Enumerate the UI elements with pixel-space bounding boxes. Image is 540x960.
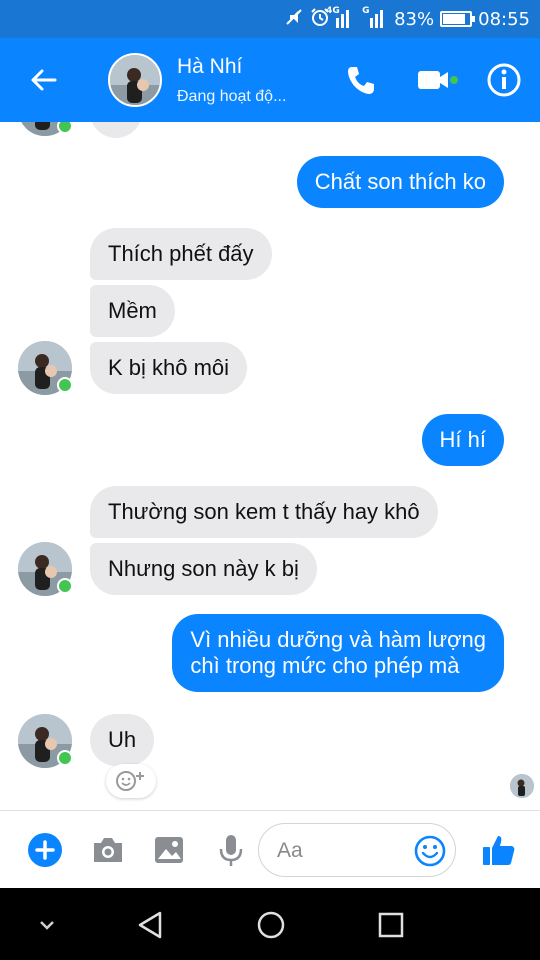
back-button[interactable] [26,62,62,98]
battery-percent: 83% [394,8,435,30]
network-type-label: 4G [326,6,340,16]
message-input[interactable] [277,836,407,866]
contact-avatar-small [18,714,73,768]
composer-bar [0,810,540,888]
voice-call-button[interactable] [342,62,378,98]
clock: 08:55 [478,8,530,30]
mute-icon [284,7,304,32]
message-bubble-incoming[interactable]: Thích phết đấy [90,228,272,280]
send-like-button[interactable] [480,831,518,869]
circle-home-icon [257,911,285,939]
system-home-button[interactable] [254,908,288,942]
online-indicator [57,377,73,393]
system-navigation-bar [0,888,540,960]
video-call-button[interactable] [416,62,460,98]
status-bar: 4G G 83% 08:55 [0,0,540,38]
message-bubble-incoming[interactable]: K bị khô môi [90,342,248,394]
seen-indicator-avatar [510,774,534,798]
emoji-button[interactable] [413,834,447,868]
gallery-button[interactable] [150,831,188,869]
plus-icon [28,833,62,867]
message-bubble-partial [90,122,142,138]
system-back-button[interactable] [134,908,168,942]
message-line: Vì nhiều dưỡng và hàm lượng [190,627,486,652]
battery-icon [440,11,476,27]
message-bubble-outgoing[interactable]: Hí hí [421,414,504,466]
online-indicator [57,750,73,766]
square-recents-icon [378,912,404,938]
triangle-back-icon [138,911,162,939]
info-icon [487,63,521,97]
message-bubble-incoming[interactable]: Nhưng son này k bị [90,543,317,595]
phone-icon [348,67,374,94]
video-camera-icon [418,71,458,89]
chevron-down-icon [40,921,54,930]
contact-avatar-small [18,341,73,395]
message-line: chì trong mức cho phép mà [190,653,460,678]
signal-icon: 4G [326,6,354,28]
image-icon [155,837,183,863]
contact-avatar[interactable] [108,53,162,107]
message-bubble-outgoing[interactable]: Chất son thích ko [296,156,504,208]
microphone-icon [219,835,243,866]
camera-icon [94,838,122,862]
status-icons: 4G G 83% 08:55 [284,0,530,38]
network-type-label: G [362,6,370,16]
hide-nav-button[interactable] [30,908,64,942]
message-bubble-outgoing[interactable]: Vì nhiều dưỡng và hàm lượng chì trong mứ… [172,614,504,692]
message-bubble-incoming[interactable]: Mềm [90,285,175,337]
online-indicator [57,122,73,134]
message-bubble-incoming[interactable]: Uh [90,714,155,766]
contact-avatar-small [18,122,73,136]
camera-button[interactable] [89,831,127,869]
message-list[interactable]: Chất son thích ko Thích phết đấy Mềm K b… [0,122,540,810]
contact-name[interactable]: Hà Nhí [177,55,242,79]
thumbs-up-icon [483,836,515,865]
active-status: Đang hoạt độ... [177,88,287,105]
voice-record-button[interactable] [212,831,250,869]
online-indicator [57,578,73,594]
contact-avatar-small [18,542,73,596]
back-arrow-icon [31,69,57,91]
conversation-header: Hà Nhí Đang hoạt độ... [0,38,540,122]
emoji-icon [414,835,446,867]
more-actions-button[interactable] [26,831,64,869]
info-button[interactable] [486,62,522,98]
system-recents-button[interactable] [374,908,408,942]
message-input-box[interactable] [258,823,456,877]
message-bubble-incoming[interactable]: Thường son kem t thấy hay khô [90,486,438,538]
add-reaction-icon [116,771,144,791]
add-reaction-button[interactable] [106,764,156,798]
signal-icon: G [362,6,388,28]
